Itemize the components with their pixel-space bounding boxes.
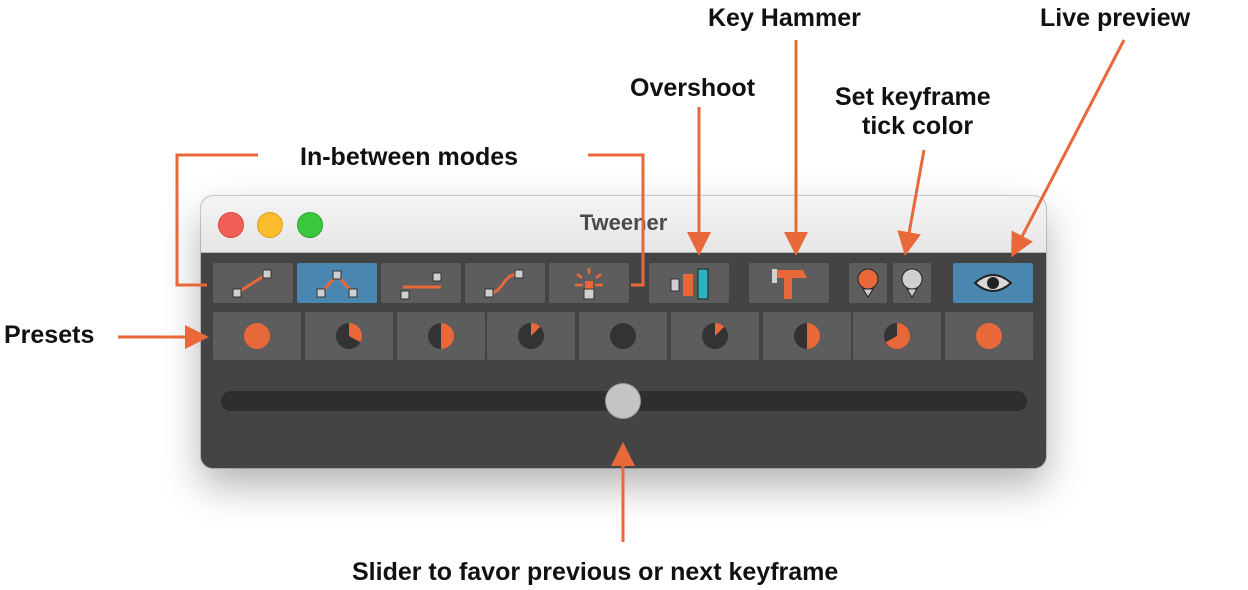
annotation-tick-color-line1: Set keyframe [835, 83, 991, 111]
mode-spline-button[interactable] [297, 263, 377, 303]
tick-color-orange-button[interactable] [849, 263, 887, 303]
mode-linear-button[interactable] [213, 263, 293, 303]
spline-interp-icon [316, 270, 358, 298]
overshoot-icon [670, 268, 709, 300]
eye-icon [973, 274, 1013, 292]
preset-pie-icon [884, 323, 910, 349]
preset-pie-icon [336, 323, 362, 349]
annotation-key-hammer: Key Hammer [708, 4, 861, 32]
hammer-icon [772, 269, 807, 299]
slider-knob[interactable] [605, 383, 641, 419]
preset-button-9[interactable] [945, 312, 1033, 360]
preset-button-4[interactable] [487, 312, 575, 360]
annotation-presets: Presets [4, 321, 95, 349]
preset-pie-icon [428, 323, 454, 349]
preset-button-5[interactable] [579, 312, 667, 360]
preset-button-8[interactable] [853, 312, 941, 360]
preset-button-6[interactable] [671, 312, 759, 360]
annotation-overshoot: Overshoot [630, 74, 756, 102]
preset-pie-icon [976, 323, 1002, 349]
overshoot-button[interactable] [649, 263, 729, 303]
window-title: Tweener [579, 210, 668, 235]
tick-color-gray-button[interactable] [893, 263, 931, 303]
preset-button-7[interactable] [763, 312, 851, 360]
annotation-in-between-modes: In-between modes [300, 143, 519, 171]
gray-tick-icon [901, 268, 923, 298]
sparkle-key-icon [575, 268, 603, 300]
preset-button-1[interactable] [213, 312, 301, 360]
annotation-live-preview: Live preview [1040, 4, 1191, 32]
preset-pie-icon [794, 323, 820, 349]
orange-tick-icon [857, 268, 879, 298]
mode-flat-button[interactable] [549, 263, 629, 303]
preset-pie-icon [518, 323, 544, 349]
preset-pie-icon [610, 323, 636, 349]
preset-pie-icon [244, 323, 270, 349]
preset-pie-icon [702, 323, 728, 349]
ease-interp-icon [484, 269, 524, 298]
tweener-window: Tweener [201, 196, 1046, 468]
mode-ease-button[interactable] [465, 263, 545, 303]
annotation-tick-color-line2: tick color [862, 112, 974, 140]
tweener-panel [201, 253, 1046, 468]
key-hammer-button[interactable] [749, 263, 829, 303]
annotation-slider: Slider to favor previous or next keyfram… [352, 558, 839, 586]
preset-button-3[interactable] [397, 312, 485, 360]
title-bar[interactable]: Tweener [201, 196, 1046, 253]
preset-button-2[interactable] [305, 312, 393, 360]
mode-step-button[interactable] [381, 263, 461, 303]
live-preview-button[interactable] [953, 263, 1033, 303]
linear-interp-icon [232, 269, 272, 298]
step-interp-icon [400, 272, 442, 300]
